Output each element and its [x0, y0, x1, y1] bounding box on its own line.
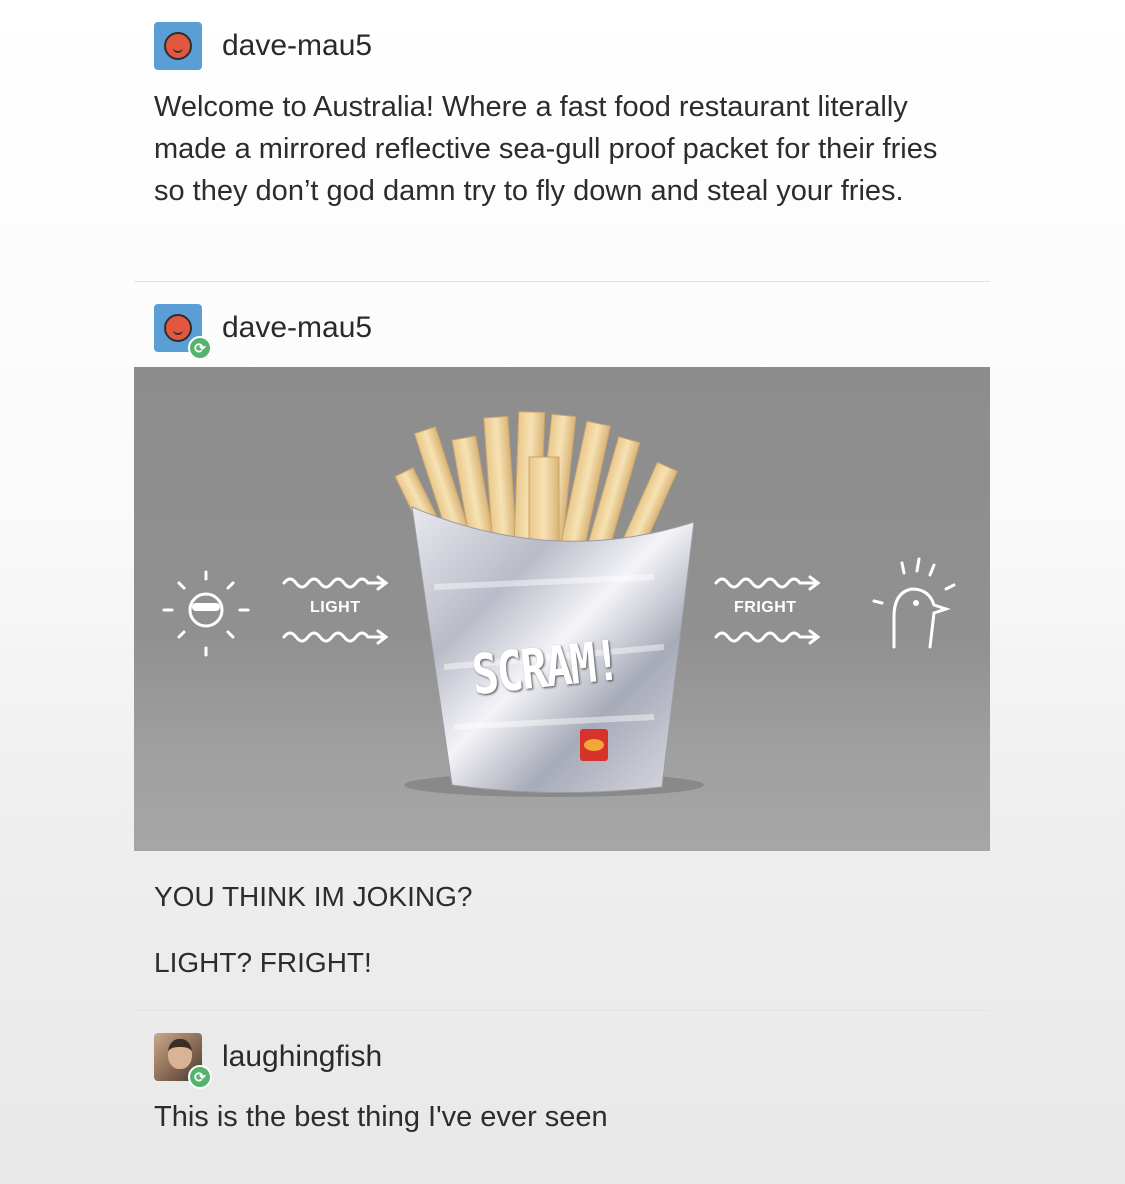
reblog-icon: ⟳ [188, 336, 212, 360]
post-2-header: ⟳ dave-mau5 [154, 304, 372, 360]
light-label: LIGHT [310, 599, 361, 616]
caption-line-2: LIGHT? FRIGHT! [154, 947, 372, 978]
orange-face-avatar-icon [164, 32, 192, 60]
post-1-header: dave-mau5 [154, 22, 372, 70]
fries-packet-illustration [162, 411, 956, 797]
photo-avatar-icon [168, 1039, 192, 1069]
post-body: Welcome to Australia! Where a fast food … [154, 91, 938, 207]
post-3-header: ⟳ laughingfish [154, 1033, 382, 1089]
username[interactable]: laughingfish [222, 1040, 382, 1074]
divider [134, 1010, 990, 1011]
username[interactable]: dave-mau5 [222, 311, 372, 345]
post-body: This is the best thing I've ever seen [154, 1101, 608, 1133]
caption-line-1: YOU THINK IM JOKING? [154, 881, 473, 912]
fright-label: FRIGHT [734, 599, 797, 616]
reblog-icon: ⟳ [188, 1065, 212, 1089]
orange-face-avatar-icon [164, 314, 192, 342]
avatar[interactable]: ⟳ [154, 304, 212, 360]
avatar[interactable] [154, 22, 202, 70]
post-image[interactable]: LIGHT FRIGHT SCRAM! [134, 367, 990, 851]
avatar[interactable]: ⟳ [154, 1033, 212, 1089]
divider [134, 281, 990, 282]
username[interactable]: dave-mau5 [222, 29, 372, 63]
